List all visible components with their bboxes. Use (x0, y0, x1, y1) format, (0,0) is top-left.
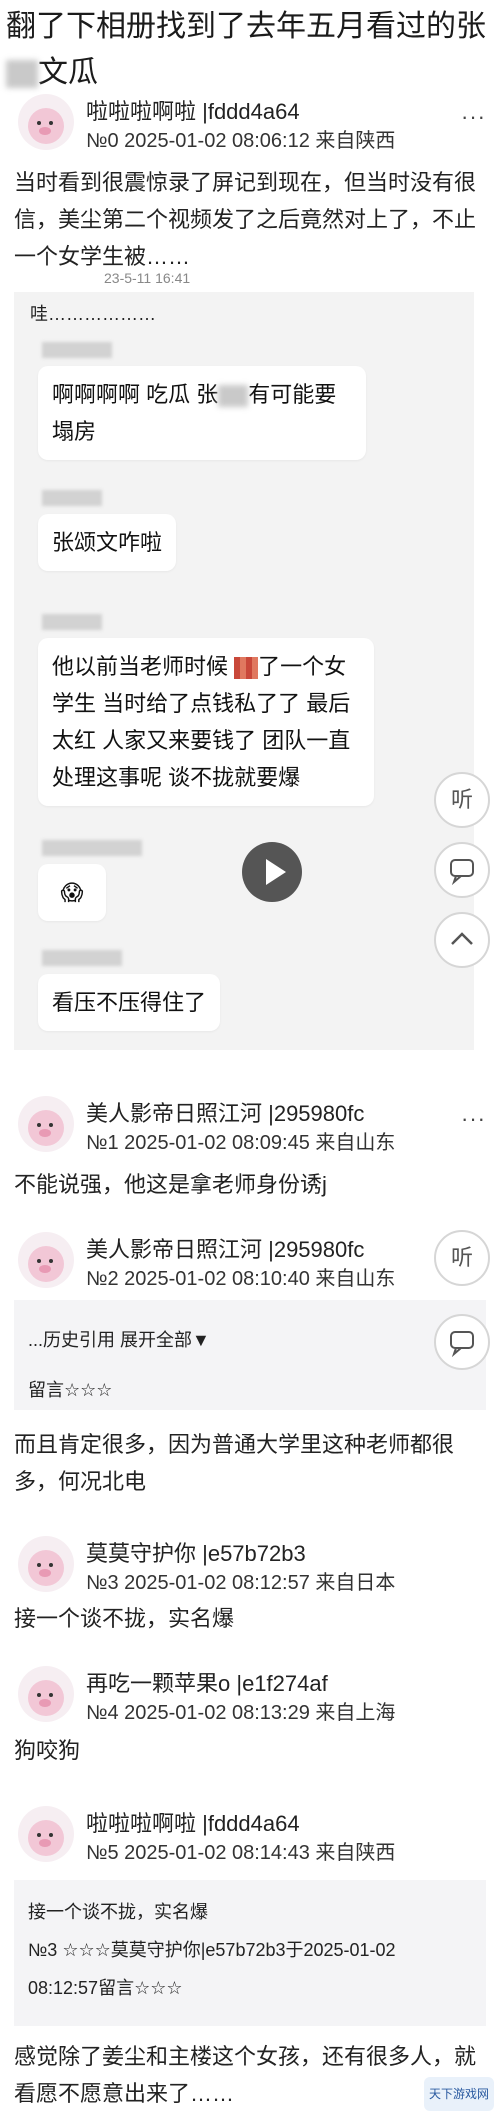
blurred-name (42, 490, 102, 506)
post-text: 接一个谈不拢，实名爆 (14, 1606, 235, 1631)
post-header: 美人影帝日照江河 |295980fc №1 2025-01-02 08:09:4… (0, 1090, 500, 1160)
title-text-b: 文瓜 (38, 56, 98, 89)
listen-button[interactable]: 听 (434, 1230, 490, 1286)
username[interactable]: 莫莫守护你 |e57b72b3 (86, 1536, 306, 1568)
chat-bubble: 啊啊啊啊 吃瓜 张有可能要塌房 (38, 366, 366, 460)
username[interactable]: 美人影帝日照江河 |295980fc (86, 1096, 364, 1128)
bubble-text: 张颂文咋啦 (52, 530, 163, 555)
blurred-name (42, 950, 122, 966)
quote-line: 08:12:57留言☆☆☆ (28, 1978, 183, 1998)
post-header: 再吃一颗苹果o |e1f274af №4 2025-01-02 08:13:29… (0, 1660, 500, 1730)
blurred-name (42, 840, 142, 856)
more-options-button[interactable]: ··· (461, 1106, 486, 1132)
chat-bubble: 😱 (38, 864, 106, 921)
back-to-top-icon[interactable] (434, 912, 490, 968)
chat-bubble: 他以前当老师时候 了一个女学生 当时给了点钱私了了 最后太红 人家又来要钱了 团… (38, 638, 374, 806)
post-header: 美人影帝日照江河 |295980fc №2 2025-01-02 08:10:4… (0, 1226, 500, 1296)
mosaic-icon (234, 657, 259, 680)
history-quote-toggle[interactable]: ...历史引用 展开全部▼ (28, 1326, 210, 1352)
comment-icon[interactable] (434, 842, 490, 898)
chat-bubble: 张颂文咋啦 (38, 514, 177, 571)
quote-line: №3 ☆☆☆莫莫守护你|e57b72b3于2025-01-02 (28, 1940, 396, 1960)
blurred-name (42, 614, 102, 630)
post-meta: №1 2025-01-02 08:09:45 来自山东 (86, 1132, 396, 1154)
pig-avatar-icon (28, 1246, 64, 1282)
post-header: 莫莫守护你 |e57b72b3 №3 2025-01-02 08:12:57 来… (0, 1530, 500, 1600)
bubble-text: 他以前当老师时候 (52, 654, 229, 679)
post-meta: №5 2025-01-02 08:14:43 来自陕西 (86, 1842, 396, 1864)
avatar[interactable] (18, 1096, 74, 1152)
post-meta: №4 2025-01-02 08:13:29 来自上海 (86, 1702, 396, 1724)
post-meta: №2 2025-01-02 08:10:40 来自山东 (86, 1268, 396, 1290)
avatar[interactable] (18, 1232, 74, 1288)
username[interactable]: 啦啦啦啊啦 |fddd4a64 (86, 94, 300, 126)
site-watermark: 天下游戏网 (424, 2077, 494, 2111)
bubble-text: 啊啊啊啊 吃瓜 张 (52, 382, 219, 407)
pig-avatar-icon (28, 108, 64, 144)
post-meta: №3 2025-01-02 08:12:57 来自日本 (86, 1572, 396, 1594)
username[interactable]: 啦啦啦啊啦 |fddd4a64 (86, 1806, 300, 1838)
censor-blur (218, 385, 249, 408)
quote-line: 接一个谈不拢，实名爆 (28, 1902, 208, 1922)
post-meta: №0 2025-01-02 08:06:12 来自陕西 (86, 130, 396, 152)
title-text-a: 翻了下相册找到了去年五月看过的张 (6, 10, 486, 43)
chat-screenshot: 23-5-11 16:41 哇……………… 啊啊啊啊 吃瓜 张有可能要塌房 张颂… (14, 270, 474, 1050)
comment-icon[interactable] (434, 1314, 490, 1370)
chat-line: 哇……………… (30, 304, 156, 324)
avatar[interactable] (18, 1806, 74, 1862)
quote-line: 留言☆☆☆ (28, 1380, 113, 1400)
pig-avatar-icon (28, 1820, 64, 1856)
pig-avatar-icon (28, 1110, 64, 1146)
post-header: 啦啦啦啊啦 |fddd4a64 №5 2025-01-02 08:14:43 来… (0, 1800, 500, 1870)
pig-avatar-icon (28, 1550, 64, 1586)
avatar[interactable] (18, 1666, 74, 1722)
blurred-name (42, 342, 112, 358)
screenshot-header: 23-5-11 16:41 (14, 270, 474, 292)
play-button[interactable] (242, 842, 302, 902)
post-text: 而且肯定很多，因为普通大学里这种老师都很多，何况北电 (14, 1432, 455, 1494)
post-text: 感觉除了姜尘和主楼这个女孩，还有很多人，就看愿不愿意出来了…… (14, 2044, 477, 2106)
censor-blur (6, 60, 38, 89)
post-header: 啦啦啦啊啦 |fddd4a64 №0 2025-01-02 08:06:12 来… (0, 88, 500, 158)
username[interactable]: 美人影帝日照江河 |295980fc (86, 1232, 364, 1264)
page-title: 翻了下相册找到了去年五月看过的张文瓜 (6, 4, 496, 96)
more-options-button[interactable]: ··· (461, 104, 486, 130)
chat-bubble: 看压不压得住了 (38, 974, 221, 1031)
post-text: 不能说强，他这是拿老师身份诱j (14, 1172, 327, 1197)
username[interactable]: 再吃一颗苹果o |e1f274af (86, 1666, 328, 1698)
post-text: 狗咬狗 (14, 1738, 81, 1763)
pig-avatar-icon (28, 1680, 64, 1716)
avatar[interactable] (18, 94, 74, 150)
post-text: 当时看到很震惊录了屏记到现在，但当时没有很信，美尘第二个视频发了之后竟然对上了，… (14, 170, 477, 269)
bubble-text: 看压不压得住了 (52, 990, 207, 1015)
screenshot-time: 23-5-11 16:41 (104, 270, 191, 286)
quote-box: 接一个谈不拢，实名爆 №3 ☆☆☆莫莫守护你|e57b72b3于2025-01-… (14, 1880, 486, 2026)
listen-button[interactable]: 听 (434, 772, 490, 828)
quote-box: ...历史引用 展开全部▼ 留言☆☆☆ (14, 1300, 486, 1410)
avatar[interactable] (18, 1536, 74, 1592)
shocked-emoji-icon: 😱 (60, 880, 84, 905)
